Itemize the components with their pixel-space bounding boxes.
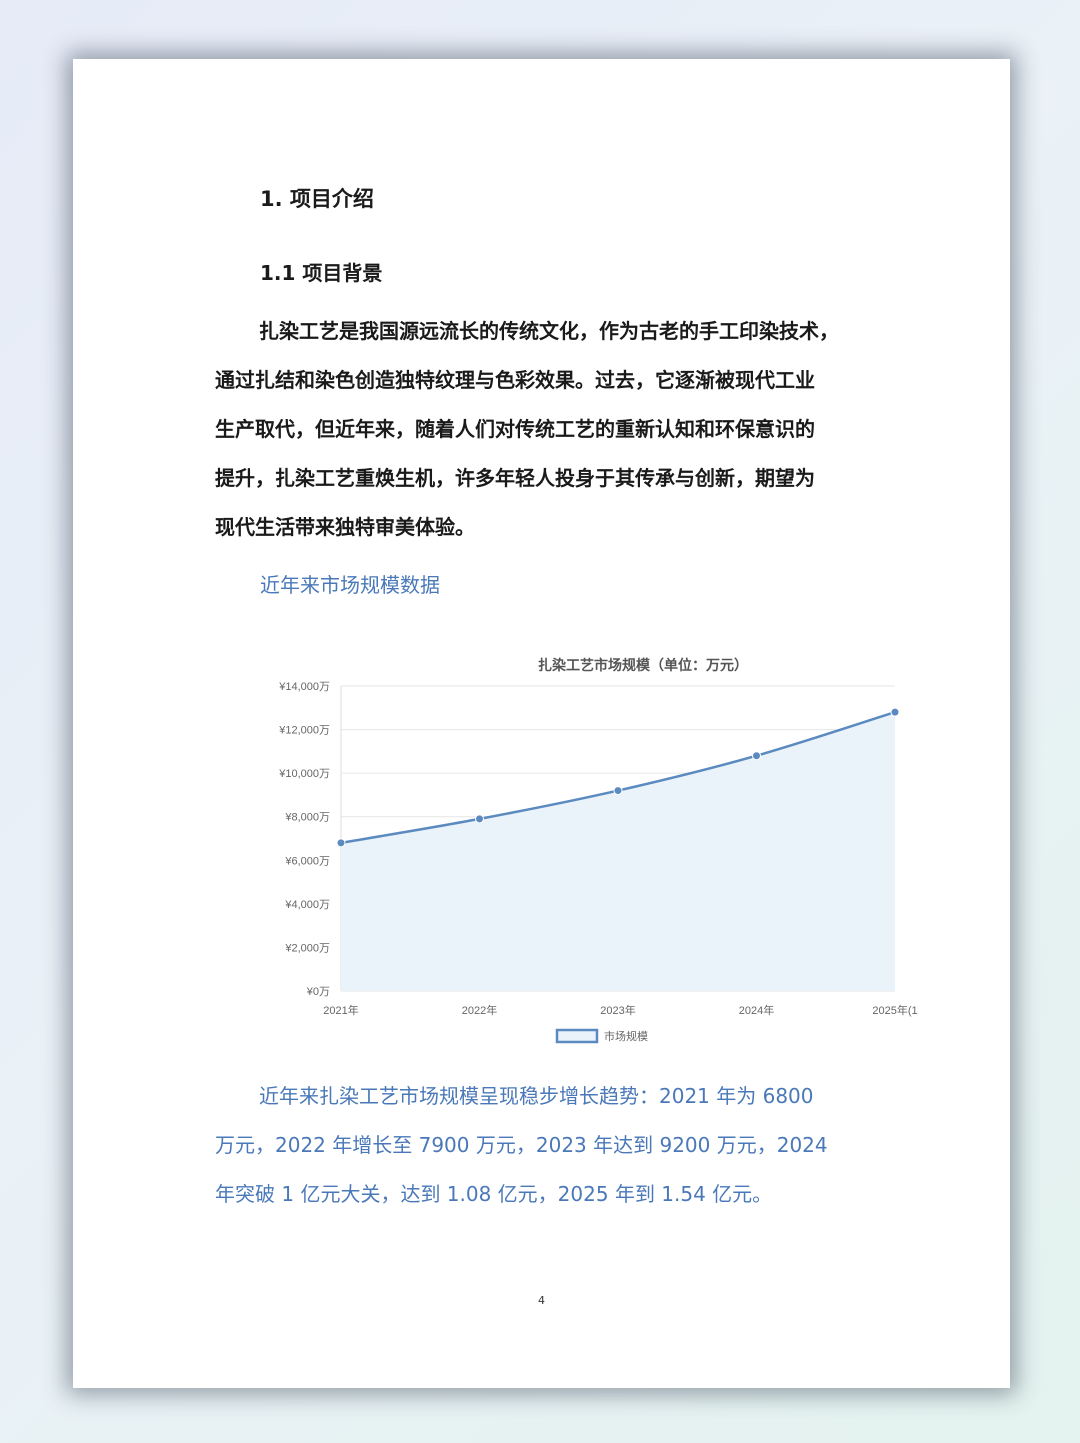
data-point bbox=[336, 838, 346, 848]
data-point bbox=[475, 814, 484, 824]
y-tick-label: ¥4,000万 bbox=[284, 899, 330, 911]
y-tick-label: ¥6,000万 bbox=[284, 855, 330, 867]
y-tick-label: ¥14,000万 bbox=[278, 681, 330, 693]
x-tick-label: 2021年 bbox=[323, 1003, 358, 1017]
y-tick-label: ¥8,000万 bbox=[284, 812, 330, 824]
section-title: 1. 项目介绍 bbox=[260, 187, 374, 211]
paragraph-line: 通过扎结和染色创造独特纹理与色彩效果。过去，它逐渐被现代工业 bbox=[215, 368, 815, 392]
summary-paragraph: 近年来扎染工艺市场规模呈现稳步增长趋势：2021 年为 6800 万元，2022… bbox=[215, 1076, 905, 1223]
chart-caption: 近年来市场规模数据 bbox=[260, 573, 440, 597]
y-tick-label: ¥12,000万 bbox=[278, 725, 330, 737]
legend-swatch bbox=[555, 1028, 599, 1044]
summary-line: 万元，2022 年增长至 7900 万元，2023 年达到 9200 万元，20… bbox=[215, 1133, 828, 1157]
data-point bbox=[613, 786, 623, 796]
y-tick-label: ¥0万 bbox=[306, 986, 330, 998]
page-number: 4 bbox=[538, 1294, 545, 1307]
x-tick-label: 2023年 bbox=[600, 1003, 635, 1017]
x-tick-label: 2025年(1 bbox=[872, 1003, 917, 1017]
paragraph-line: 生产取代，但近年来，随着人们对传统工艺的重新认知和环保意识的 bbox=[215, 417, 815, 441]
data-point bbox=[890, 707, 900, 717]
subsection-title: 1.1 项目背景 bbox=[260, 261, 383, 285]
paragraph-line: 提升，扎染工艺重焕生机，许多年轻人投身于其传承与创新，期望为 bbox=[215, 466, 815, 490]
y-tick-label: ¥10,000万 bbox=[278, 768, 330, 780]
paragraph-line: 扎染工艺是我国源远流长的传统文化，作为古老的手工印染技术， bbox=[259, 319, 839, 343]
x-tick-label: 2022年 bbox=[462, 1003, 497, 1017]
document-page: 1. 项目介绍 1.1 项目背景 扎染工艺是我国源远流长的传统文化，作为古老的手… bbox=[73, 59, 1010, 1388]
chart-svg: 扎染工艺市场规模（单位：万元） ¥0万 ¥2,000万 ¥4,000万 ¥6,000万 ¥… bbox=[278, 657, 918, 1044]
paragraph-line: 现代生活带来独特审美体验。 bbox=[215, 515, 475, 539]
data-point bbox=[752, 751, 761, 761]
x-tick-label: 2024年 bbox=[739, 1003, 774, 1017]
legend-label: 市场规模 bbox=[604, 1029, 648, 1043]
y-tick-label: ¥2,000万 bbox=[284, 942, 330, 954]
market-size-chart: 扎染工艺市场规模（单位：万元） ¥0万 ¥2,000万 ¥4,000万 ¥6,000万 ¥… bbox=[258, 644, 918, 1054]
chart-title: 扎染工艺市场规模（单位：万元） bbox=[538, 657, 748, 673]
summary-line: 近年来扎染工艺市场规模呈现稳步增长趋势：2021 年为 6800 bbox=[259, 1084, 814, 1108]
series-area bbox=[341, 712, 895, 991]
background-paragraph: 扎染工艺是我国源远流长的传统文化，作为古老的手工印染技术， 通过扎结和染色创造独… bbox=[215, 311, 905, 556]
summary-line: 年突破 1 亿元大关，达到 1.08 亿元，2025 年到 1.54 亿元。 bbox=[215, 1182, 773, 1206]
